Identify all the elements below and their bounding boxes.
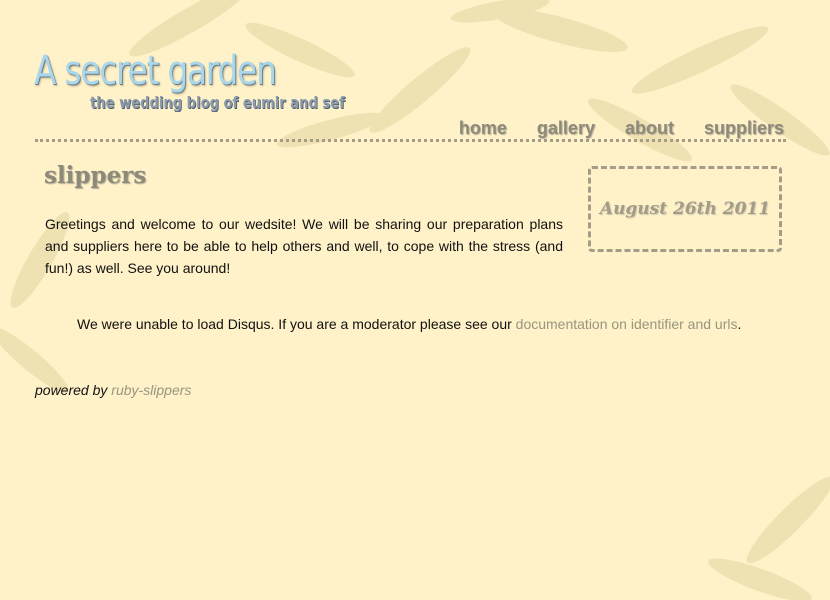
post-date-box: August 26th 2011 — [588, 166, 782, 252]
nav-item-home[interactable]: home — [459, 118, 507, 139]
site-tagline: the wedding blog of eumir and sef — [90, 93, 345, 112]
footer-prefix: powered by — [35, 382, 112, 398]
disqus-error-message: We were unable to load Disqus. If you ar… — [77, 316, 741, 332]
post-body: Greetings and welcome to our wedsite! We… — [45, 216, 563, 276]
post-title: slippers — [44, 162, 147, 189]
nav-item-gallery[interactable]: gallery — [537, 118, 595, 139]
main-nav: home gallery about suppliers — [429, 118, 784, 139]
nav-item-about[interactable]: about — [625, 118, 674, 139]
disqus-documentation-link[interactable]: documentation on identifier and urls — [516, 316, 738, 332]
header-divider — [35, 139, 786, 142]
nav-item-suppliers[interactable]: suppliers — [704, 118, 784, 139]
disqus-message-suffix: . — [737, 316, 742, 332]
site-title[interactable]: A secret garden — [34, 48, 277, 94]
footer: powered by ruby-slippers — [35, 382, 191, 398]
post-date: August 26th 2011 — [599, 199, 771, 219]
ruby-slippers-link[interactable]: ruby-slippers — [111, 382, 191, 398]
disqus-message-text: We were unable to load Disqus. If you ar… — [77, 316, 516, 332]
